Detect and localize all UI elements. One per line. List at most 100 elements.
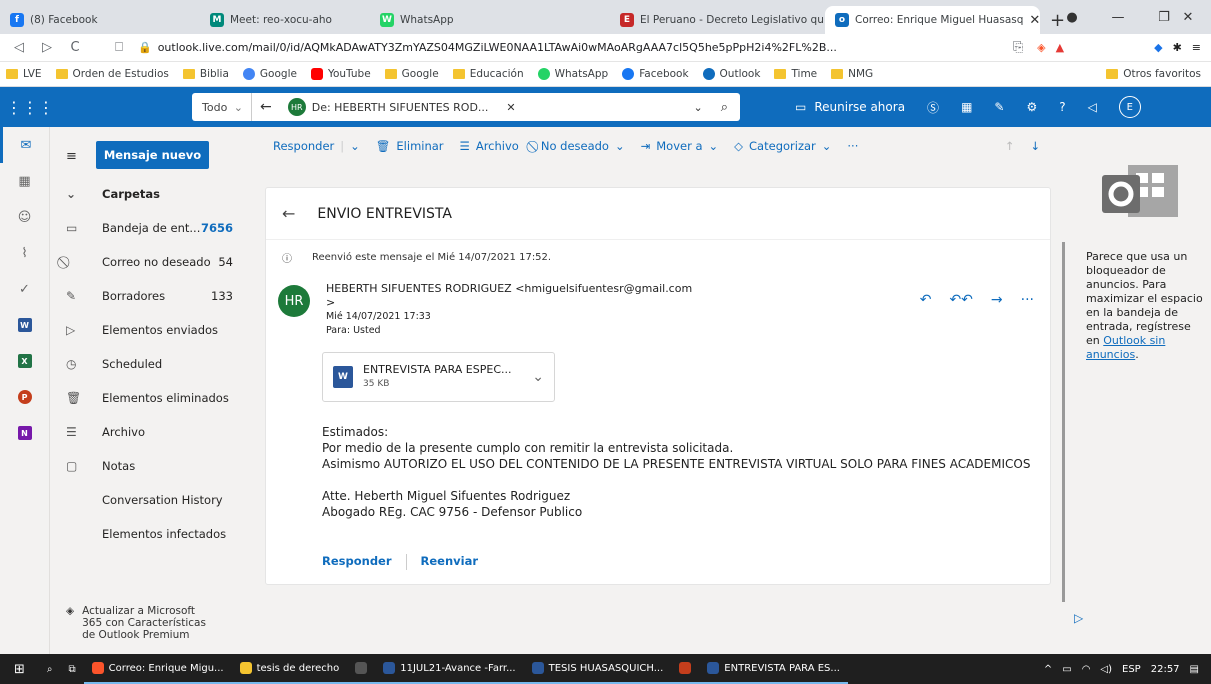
bookmark-youtube[interactable]: YouTube bbox=[310, 68, 371, 80]
taskbar-item[interactable]: Correo: Enrique Migu... bbox=[83, 654, 232, 684]
todo-icon[interactable]: ✓ bbox=[0, 271, 49, 307]
new-message-button[interactable]: Mensaje nuevo bbox=[96, 141, 209, 169]
taskbar-item[interactable]: TESIS HUASASQUICH... bbox=[523, 654, 672, 684]
back-arrow-icon[interactable]: ← bbox=[282, 204, 295, 223]
close-icon[interactable]: ✕ bbox=[1029, 13, 1040, 28]
categorize-button[interactable]: ◇ Categorizar ⌄ bbox=[734, 139, 831, 153]
browser-tab[interactable]: o Correo: Enrique Miguel Huasasq ✕ bbox=[825, 6, 1040, 34]
word-icon[interactable]: W bbox=[0, 307, 49, 343]
notifications-icon[interactable]: ◁ bbox=[1088, 100, 1097, 114]
taskbar-item[interactable]: tesis de derecho bbox=[231, 654, 348, 684]
bookmark-biblia[interactable]: Biblia bbox=[182, 68, 229, 80]
taskbar-item[interactable]: ENTREVISTA PARA ES... bbox=[699, 654, 848, 684]
chevron-down-icon[interactable]: ⌄ bbox=[532, 369, 544, 385]
folder-scheduled[interactable]: ◷ Scheduled bbox=[50, 347, 257, 381]
browser-tab[interactable]: W WhatsApp bbox=[370, 6, 610, 34]
ad-play-icon[interactable]: ▷ bbox=[1074, 611, 1083, 625]
reply-icon[interactable]: ↶ bbox=[920, 292, 932, 308]
forward-link[interactable]: Reenviar bbox=[421, 554, 479, 570]
archive-button[interactable]: ☰ Archivo bbox=[460, 139, 519, 153]
bookmark-outlook[interactable]: Outlook bbox=[702, 68, 760, 80]
other-favorites[interactable]: Otros favoritos bbox=[1106, 68, 1205, 80]
search-filter-chip[interactable]: HR De: HEBERTH SIFUENTES ROD... ✕ bbox=[280, 98, 694, 116]
share-icon[interactable]: ⎘ bbox=[1009, 40, 1027, 55]
excel-icon[interactable]: X bbox=[0, 343, 49, 379]
skype-icon[interactable]: Ⓢ bbox=[927, 99, 939, 116]
browser-tab[interactable]: f (8) Facebook bbox=[0, 6, 200, 34]
search-icon[interactable]: ⌕ bbox=[39, 654, 61, 684]
office-icon[interactable]: ▦ bbox=[961, 100, 972, 114]
chevron-down-icon[interactable]: ⌄ bbox=[350, 139, 360, 153]
menu-icon[interactable]: ≡ bbox=[1192, 41, 1201, 54]
taskbar-item[interactable] bbox=[671, 654, 700, 684]
mail-icon[interactable]: ✉ bbox=[0, 127, 49, 163]
reply-link[interactable]: Responder bbox=[322, 554, 392, 570]
bookmark-whatsapp[interactable]: WhatsApp bbox=[537, 68, 608, 80]
folder-conversation-history[interactable]: Conversation History bbox=[50, 483, 257, 517]
volume-icon[interactable]: ◁) bbox=[1100, 664, 1112, 675]
move-button[interactable]: ⇥ Mover a ⌄ bbox=[641, 139, 719, 153]
bookmark-google[interactable]: Google bbox=[242, 68, 297, 80]
reply-all-icon[interactable]: ↶↶ bbox=[949, 292, 972, 308]
notification-center-icon[interactable]: ▤ bbox=[1190, 664, 1199, 675]
browser-tab[interactable]: E El Peruano - Decreto Legislativo qu bbox=[610, 6, 825, 34]
task-view-icon[interactable]: ⧉ bbox=[61, 654, 84, 684]
folder-borradores[interactable]: ✎ Borradores 133 bbox=[50, 279, 257, 313]
url-field[interactable]: 🔒 outlook.live.com/mail/0/id/AQMkADAwATY… bbox=[138, 41, 999, 54]
folders-heading[interactable]: ⌄ Carpetas bbox=[50, 177, 257, 211]
brave-rewards-icon[interactable]: ▲ bbox=[1056, 41, 1064, 54]
reply-button[interactable]: Responder | ⌄ bbox=[273, 139, 360, 153]
close-window-button[interactable]: ✕ bbox=[1165, 0, 1211, 34]
up-arrow-icon[interactable]: ↑ bbox=[1005, 139, 1015, 153]
folder-elementos-enviados[interactable]: ▷ Elementos enviados bbox=[50, 313, 257, 347]
gear-icon[interactable]: ⚙ bbox=[1026, 100, 1037, 114]
bookmark-lve[interactable]: LVE bbox=[6, 68, 42, 80]
folder-bandeja-de-ent[interactable]: ▭ Bandeja de ent... 7656 bbox=[50, 211, 257, 245]
clock[interactable]: 22:57 bbox=[1151, 664, 1180, 675]
forward-icon[interactable]: → bbox=[991, 292, 1003, 308]
account-avatar[interactable]: E bbox=[1118, 96, 1141, 118]
help-icon[interactable]: ? bbox=[1059, 100, 1065, 114]
taskbar-item[interactable]: 11JUL21-Avance -Farr... bbox=[375, 654, 524, 684]
back-icon[interactable]: ◁ bbox=[10, 40, 28, 55]
wifi-icon[interactable]: ◠ bbox=[1082, 664, 1091, 675]
more-icon[interactable]: ··· bbox=[1021, 292, 1034, 308]
sender-avatar[interactable]: HR bbox=[278, 285, 310, 317]
chevron-down-icon[interactable]: ⌄ bbox=[694, 101, 709, 114]
search-icon[interactable]: ⌕ bbox=[709, 100, 740, 115]
sender-name[interactable]: HEBERTH SIFUENTES RODRIGUEZ <hmiguelsifu… bbox=[326, 282, 692, 296]
onenote-icon[interactable]: N bbox=[0, 415, 49, 451]
chevron-up-icon[interactable]: ^ bbox=[1044, 664, 1052, 675]
search-scope-dropdown[interactable]: Todo ⌄ bbox=[192, 93, 252, 121]
more-actions-icon[interactable]: ··· bbox=[847, 139, 858, 153]
hamburger-icon[interactable]: ≡ bbox=[66, 149, 77, 164]
search-box[interactable]: Todo ⌄ ← HR De: HEBERTH SIFUENTES ROD...… bbox=[192, 93, 740, 121]
calendar-icon[interactable]: ▦ bbox=[0, 163, 49, 199]
app-launcher-icon[interactable]: ⋮⋮⋮ bbox=[0, 98, 60, 117]
reload-icon[interactable]: C bbox=[66, 40, 84, 55]
minimize-button[interactable]: — bbox=[1095, 0, 1141, 34]
folder-notas[interactable]: ▢ Notas bbox=[50, 449, 257, 483]
taskbar-item[interactable] bbox=[347, 654, 376, 684]
bookmark-icon[interactable]: ⎕ bbox=[110, 40, 128, 55]
scrollbar[interactable] bbox=[1062, 242, 1065, 602]
powerpoint-icon[interactable]: P bbox=[0, 379, 49, 415]
back-arrow-icon[interactable]: ← bbox=[252, 99, 280, 115]
upgrade-link[interactable]: ◈ Actualizar a Microsoft 365 con Caracte… bbox=[66, 605, 206, 641]
profile-icon[interactable]: ● bbox=[1049, 0, 1095, 34]
close-icon[interactable]: ✕ bbox=[506, 101, 515, 114]
delete-button[interactable]: 🗑 Eliminar bbox=[376, 139, 444, 153]
bookmark-google[interactable]: Google bbox=[384, 68, 439, 80]
folder-archivo[interactable]: ☰ Archivo bbox=[50, 415, 257, 449]
junk-button[interactable]: ⃠No deseado⌄ bbox=[535, 139, 625, 154]
folder-elementos-eliminados[interactable]: 🗑 Elementos eliminados bbox=[50, 381, 257, 415]
feedback-icon[interactable]: ✎ bbox=[994, 100, 1004, 114]
bookmark-educaci-n[interactable]: Educación bbox=[452, 68, 524, 80]
brave-shield-icon[interactable]: ◈ bbox=[1037, 41, 1045, 54]
folder-elementos-infectados[interactable]: Elementos infectados bbox=[50, 517, 257, 551]
language-indicator[interactable]: ESP bbox=[1122, 664, 1141, 675]
bookmark-facebook[interactable]: Facebook bbox=[622, 68, 689, 80]
folder-correo-no-deseado[interactable]: ⃠Correo no deseado 54 bbox=[50, 245, 257, 279]
paperclip-icon[interactable]: ⌇ bbox=[0, 235, 49, 271]
attachment-card[interactable]: W ENTREVISTA PARA ESPEC... 35 KB ⌄ bbox=[322, 352, 555, 402]
